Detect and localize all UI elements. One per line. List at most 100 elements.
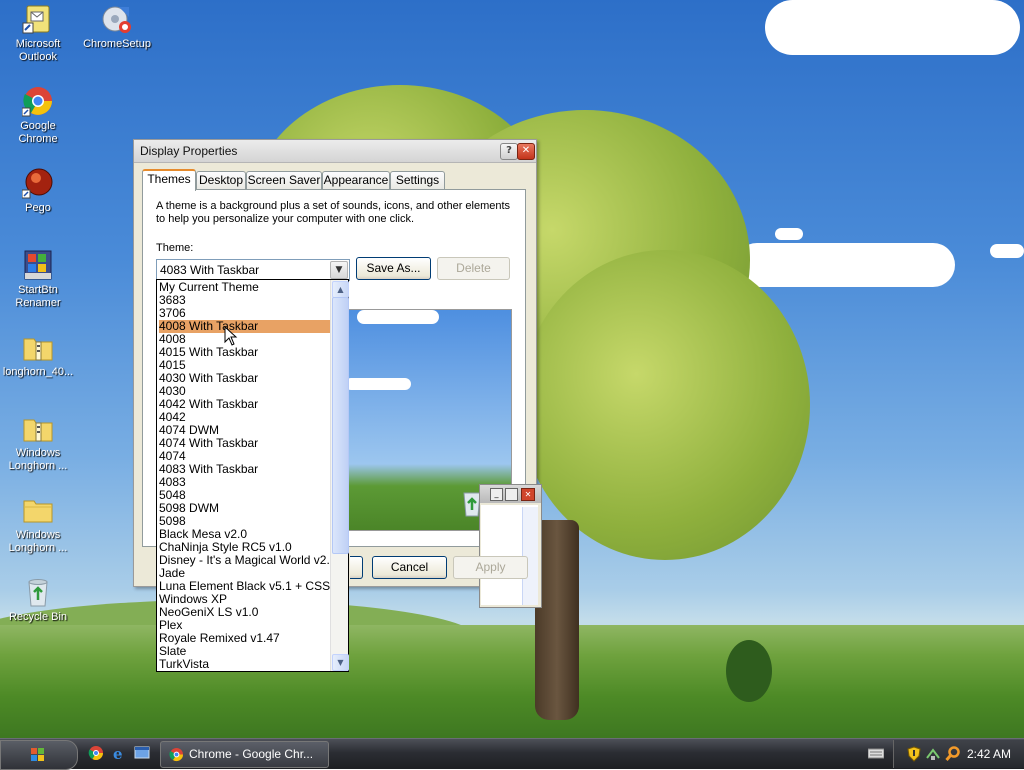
mouse-cursor-icon (224, 325, 238, 349)
preview-sample-window: _ ✕ (479, 484, 542, 608)
theme-dropdown-list[interactable]: ▲ ▼ My Current Theme 3683 3706 4008 With Ta… (156, 279, 349, 672)
help-icon: ? (506, 145, 512, 156)
dropdown-option[interactable]: 3683 (159, 294, 330, 307)
scroll-up-icon[interactable]: ▲ (332, 281, 349, 298)
dropdown-option[interactable]: 4083 (159, 476, 330, 489)
maximize-icon (505, 488, 518, 501)
dropdown-option[interactable]: 5098 (159, 515, 330, 528)
desktop-icon-label: Longhorn ... (8, 460, 68, 472)
dropdown-option[interactable]: NeoGeniX LS v1.0 (159, 606, 330, 619)
start-button[interactable] (0, 740, 78, 770)
cloud (735, 243, 955, 287)
dropdown-option[interactable]: My Current Theme (159, 281, 330, 294)
desktop-icon-longhorn-zip[interactable]: longhorn_40... (0, 331, 76, 379)
windows-logo-icon (31, 748, 44, 761)
dropdown-option[interactable]: ChaNinja Style RC5 v1.0 (159, 541, 330, 554)
save-as-button[interactable]: Save As... (356, 257, 431, 280)
dropdown-option[interactable]: 4074 DWM (159, 424, 330, 437)
network-icon[interactable] (925, 746, 941, 765)
cloud (765, 0, 1020, 55)
theme-select[interactable]: 4083 With Taskbar ▼ (156, 259, 350, 281)
setup-icon (101, 3, 133, 35)
desktop-icon-label: Windows (15, 529, 61, 541)
dropdown-option[interactable]: 4074 (159, 450, 330, 463)
dropdown-option[interactable]: Royale Remixed v1.47 (159, 632, 330, 645)
close-button[interactable]: ✕ (517, 143, 535, 160)
taskbar-item-chrome[interactable]: Chrome - Google Chr... (160, 741, 329, 768)
dropdown-option[interactable]: 5098 DWM (159, 502, 330, 515)
clock[interactable]: 2:42 AM (967, 747, 1011, 761)
description-text: A theme is a background plus a set of so… (156, 200, 511, 212)
theme-select-value: 4083 With Taskbar (160, 263, 260, 277)
dropdown-option[interactable]: 4030 (159, 385, 330, 398)
outlook-icon (22, 3, 54, 35)
scroll-down-icon[interactable]: ▼ (332, 654, 349, 671)
chrome-icon (21, 85, 54, 117)
tab-themes[interactable]: Themes (142, 169, 196, 191)
dropdown-option[interactable]: Windows XP (159, 593, 330, 606)
desktop-icon-windows-longhorn-zip[interactable]: Windows Longhorn ... (0, 412, 76, 473)
theme-label: Theme: (156, 242, 194, 254)
dropdown-option[interactable]: 3706 (159, 307, 330, 320)
taskbar: e Chrome - Google Chr... 2:42 AM (0, 738, 1024, 770)
tab-settings[interactable]: Settings (390, 171, 445, 189)
startbtn-renamer-icon (22, 249, 54, 281)
dropdown-option[interactable]: 5048 (159, 489, 330, 502)
recycle-bin-icon (22, 576, 54, 608)
dropdown-scrollbar[interactable]: ▲ ▼ (330, 280, 349, 671)
cancel-button[interactable]: Cancel (372, 556, 447, 579)
tab-screen-saver[interactable]: Screen Saver (246, 171, 322, 189)
dropdown-option[interactable]: TurkVista (159, 658, 330, 671)
dropdown-option[interactable]: Black Mesa v2.0 (159, 528, 330, 541)
desktop-icon-label: Google Chrome (18, 120, 58, 145)
desktop-icon-label: Renamer (15, 297, 61, 309)
ok-button[interactable] (350, 556, 363, 579)
dropdown-option[interactable]: 4030 With Taskbar (159, 372, 330, 385)
delete-button[interactable]: Delete (437, 257, 510, 280)
desktop-icon-microsoft-outlook[interactable]: Microsoft Outlook (0, 3, 76, 64)
cloud (990, 244, 1024, 258)
desktop-icon-chromesetup[interactable]: ChromeSetup (79, 3, 155, 51)
quicklaunch-show-desktop-icon[interactable] (134, 745, 150, 764)
title-bar[interactable]: Display Properties ? ✕ (134, 140, 536, 163)
dropdown-option[interactable]: Luna Element Black v5.1 + CSS (159, 580, 330, 593)
keyboard-icon[interactable] (867, 747, 885, 762)
dropdown-option[interactable]: 4042 With Taskbar (159, 398, 330, 411)
chrome-icon (169, 748, 184, 762)
dropdown-option[interactable]: 4083 With Taskbar (159, 463, 330, 476)
dropdown-option[interactable]: 4015 (159, 359, 330, 372)
dropdown-option[interactable]: 4042 (159, 411, 330, 424)
chevron-down-icon[interactable]: ▼ (330, 261, 348, 279)
tree-canopy (520, 250, 810, 560)
description-text: to help you personalize your computer wi… (156, 213, 415, 225)
small-tree (726, 640, 772, 702)
quicklaunch-chrome-icon[interactable] (88, 745, 104, 764)
cloud (775, 228, 803, 240)
security-shield-icon[interactable] (907, 746, 921, 765)
dropdown-option[interactable]: Disney - It's a Magical World v2.0 (159, 554, 330, 567)
desktop-icon-label: longhorn_40... (2, 366, 74, 378)
dropdown-option[interactable]: 4015 With Taskbar (159, 346, 330, 359)
desktop-icon-label: Outlook (19, 51, 57, 63)
quicklaunch-ie-icon[interactable]: e (111, 745, 127, 764)
meadow (0, 625, 1024, 738)
dropdown-option[interactable]: Slate (159, 645, 330, 658)
dropdown-option[interactable]: 4008 (159, 333, 330, 346)
desktop-icon-startbtn-renamer[interactable]: StartBtn Renamer (0, 249, 76, 310)
scrollbar-thumb[interactable] (332, 297, 349, 554)
tab-appearance[interactable]: Appearance (322, 171, 390, 189)
search-icon[interactable] (945, 746, 961, 765)
apply-button[interactable]: Apply (453, 556, 528, 579)
close-icon: ✕ (521, 145, 531, 156)
folder-icon (22, 494, 54, 526)
dropdown-option[interactable]: 4074 With Taskbar (159, 437, 330, 450)
desktop-icon-windows-longhorn-folder[interactable]: Windows Longhorn ... (0, 494, 76, 555)
help-button[interactable]: ? (500, 143, 518, 160)
dropdown-option[interactable]: 4008 With Taskbar (159, 320, 330, 333)
desktop-icon-recycle-bin[interactable]: Recycle Bin (0, 576, 76, 624)
dropdown-option[interactable]: Jade (159, 567, 330, 580)
desktop-icon-google-chrome[interactable]: Google Chrome (0, 85, 76, 146)
dropdown-option[interactable]: Plex (159, 619, 330, 632)
desktop-icon-pego[interactable]: Pego (0, 167, 76, 215)
tab-desktop[interactable]: Desktop (196, 171, 246, 189)
